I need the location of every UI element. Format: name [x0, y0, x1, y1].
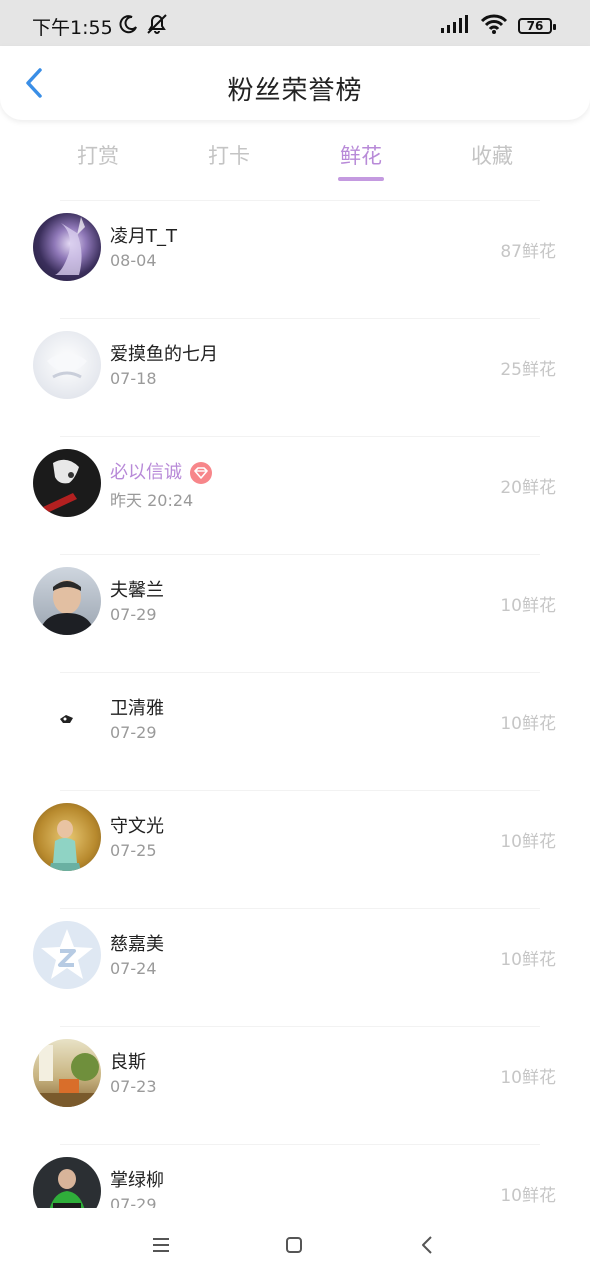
flower-count: 10鲜花	[500, 832, 556, 852]
status-left: 下午1:55	[32, 13, 169, 40]
tab-reward[interactable]: 打赏	[43, 140, 153, 170]
avatar[interactable]	[33, 685, 101, 753]
tab-checkin[interactable]: 打卡	[174, 140, 284, 170]
back-icon	[422, 1236, 432, 1254]
user-name: 掌绿柳	[110, 1170, 164, 1191]
status-right: 76	[440, 13, 556, 39]
home-button[interactable]	[279, 1230, 309, 1260]
page-title: 粉丝荣誉榜	[227, 76, 363, 106]
date: 昨天 20:24	[110, 491, 194, 510]
list-item[interactable]: 爱摸鱼的七月 07-18 25鲜花	[0, 318, 590, 436]
user-name: 凌月T_T	[110, 226, 177, 247]
date: 07-29	[110, 723, 157, 742]
date: 07-29	[110, 605, 157, 624]
signal-icon	[440, 14, 470, 38]
wifi-icon	[480, 13, 508, 39]
list-item[interactable]: 卫清雅 07-29 10鲜花	[0, 672, 590, 790]
list-item[interactable]: 夫馨兰 07-29 10鲜花	[0, 554, 590, 672]
home-icon	[286, 1237, 302, 1253]
user-name: 卫清雅	[110, 698, 164, 719]
flower-count: 10鲜花	[500, 1068, 556, 1088]
divider	[60, 908, 540, 909]
user-name: 守文光	[110, 816, 164, 837]
user-name: 慈嘉美	[110, 934, 164, 955]
date: 07-24	[110, 959, 157, 978]
list-item[interactable]: 必以信诚 昨天 20:24 20鲜花	[0, 436, 590, 554]
flower-count: 10鲜花	[500, 1186, 556, 1206]
user-name: 夫馨兰	[110, 580, 164, 601]
avatar[interactable]	[33, 213, 101, 281]
flower-count: 10鲜花	[500, 596, 556, 616]
user-name: 良斯	[110, 1052, 146, 1073]
tab-favorites[interactable]: 收藏	[437, 140, 547, 170]
avatar[interactable]	[33, 449, 101, 517]
divider	[60, 672, 540, 673]
user-name: 爱摸鱼的七月	[110, 344, 218, 365]
nav-back-button[interactable]	[412, 1230, 442, 1260]
mute-icon	[145, 13, 169, 40]
list-item[interactable]: 凌月T_T 08-04 87鲜花	[0, 200, 590, 318]
avatar[interactable]	[33, 331, 101, 399]
divider	[60, 554, 540, 555]
divider	[60, 1144, 540, 1145]
flower-count: 25鲜花	[500, 360, 556, 380]
flower-count: 10鲜花	[500, 714, 556, 734]
divider	[60, 318, 540, 319]
fan-ranking-list: 凌月T_T 08-04 87鲜花 爱摸鱼的七月 07-18 25鲜花 必以信诚 …	[0, 200, 590, 1208]
flower-count: 10鲜花	[500, 950, 556, 970]
list-item[interactable]: 良斯 07-23 10鲜花	[0, 1026, 590, 1144]
list-item[interactable]: 守文光 07-25 10鲜花	[0, 790, 590, 908]
flower-count: 87鲜花	[500, 242, 556, 262]
status-bar: 下午1:55 76	[0, 0, 590, 46]
app-header: 粉丝荣誉榜	[0, 46, 590, 120]
avatar[interactable]	[33, 1157, 101, 1208]
menu-icon	[153, 1238, 169, 1252]
avatar[interactable]	[33, 803, 101, 871]
date: 07-23	[110, 1077, 157, 1096]
date: 07-25	[110, 841, 157, 860]
list-item[interactable]: 掌绿柳 07-29 10鲜花	[0, 1144, 590, 1208]
avatar[interactable]	[33, 921, 101, 989]
tab-bar: 打赏 打卡 鲜花 收藏	[0, 130, 590, 184]
tab-flowers[interactable]: 鲜花	[306, 140, 416, 170]
date: 07-29	[110, 1195, 157, 1208]
tab-active-indicator	[338, 177, 384, 181]
menu-button[interactable]	[146, 1230, 176, 1260]
battery-icon: 76	[518, 18, 556, 34]
user-name: 必以信诚	[110, 462, 182, 483]
date: 08-04	[110, 251, 157, 270]
battery-level: 76	[526, 19, 544, 33]
avatar[interactable]	[33, 567, 101, 635]
divider	[60, 436, 540, 437]
divider	[60, 1026, 540, 1027]
system-nav-bar	[0, 1208, 590, 1280]
diamond-badge-icon	[190, 462, 212, 484]
date: 07-18	[110, 369, 157, 388]
status-time: 下午1:55	[32, 16, 113, 39]
divider	[60, 200, 540, 201]
list-item[interactable]: 慈嘉美 07-24 10鲜花	[0, 908, 590, 1026]
avatar[interactable]	[33, 1039, 101, 1107]
user-name-vip: 必以信诚	[110, 458, 212, 484]
flower-count: 20鲜花	[500, 478, 556, 498]
moon-icon	[119, 14, 139, 39]
divider	[60, 790, 540, 791]
